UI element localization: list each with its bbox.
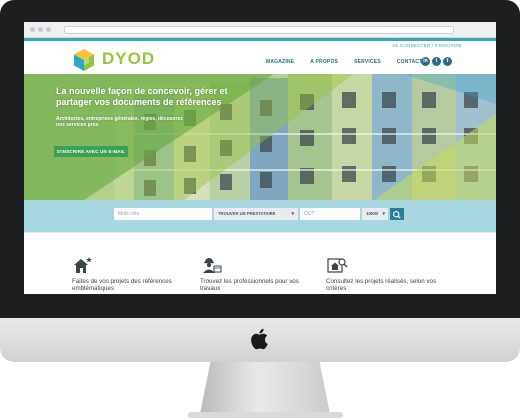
social-links: in t f	[421, 57, 452, 66]
window-controls	[30, 27, 51, 32]
search-icon	[393, 211, 401, 219]
nav-a-propos[interactable]: A PROPOS	[310, 59, 338, 65]
apple-logo-icon	[251, 328, 268, 350]
location-input[interactable]: OU?	[300, 208, 360, 220]
worker-icon	[203, 258, 222, 273]
search-house-icon	[327, 258, 348, 273]
provider-select-value: TROUVER UN PRESTATAIRE	[218, 211, 276, 216]
search-button[interactable]	[390, 208, 404, 220]
hero-subtitle: Architectes, entreprises générales, régi…	[56, 116, 183, 128]
facebook-icon[interactable]: f	[443, 57, 452, 66]
browser-toolbar	[24, 22, 496, 38]
provider-select[interactable]: TROUVER UN PRESTATAIRE ▾	[214, 208, 298, 220]
linkedin-icon[interactable]: in	[421, 57, 430, 66]
nav-magazine[interactable]: MAGAZINE	[266, 59, 294, 65]
monitor-stand	[200, 362, 330, 414]
keyword-input[interactable]: Mots clés	[114, 208, 212, 220]
house-star-icon	[74, 257, 92, 273]
screen: SE CONNECTER / S'INSCRIRE DYOD MAGAZINE …	[24, 22, 496, 294]
twitter-icon[interactable]: t	[432, 57, 441, 66]
section-divider	[24, 232, 496, 233]
radius-select[interactable]: 10KM ▾	[362, 208, 388, 220]
feature-text-projects: Consultez les projets réalisés, selon vo…	[326, 278, 437, 292]
nav-contact[interactable]: CONTACT	[397, 59, 422, 65]
signup-email-button[interactable]: S'INSCRIRE AVEC UN E-MAIL	[54, 146, 128, 157]
feature-text-references: Faites de vos projets des références emb…	[72, 278, 172, 292]
accent-bar	[24, 38, 496, 41]
nav-services[interactable]: SERVICES	[354, 59, 381, 65]
stand-shadow	[188, 412, 343, 418]
logo-text[interactable]: DYOD	[102, 49, 155, 69]
feature-text-professionals: Trouvez les professionnels pour vos trav…	[200, 278, 299, 292]
address-bar[interactable]	[64, 26, 454, 34]
dyod-logo-icon[interactable]	[72, 48, 96, 72]
imac-mockup: SE CONNECTER / S'INSCRIRE DYOD MAGAZINE …	[0, 0, 520, 420]
caret-down-icon: ▾	[382, 211, 385, 217]
caret-down-icon: ▾	[291, 211, 294, 217]
main-nav: MAGAZINE A PROPOS SERVICES CONTACT	[266, 59, 438, 65]
login-signup-link[interactable]: SE CONNECTER / S'INSCRIRE	[392, 43, 462, 48]
radius-select-value: 10KM	[366, 211, 379, 216]
hero-title: La nouvelle façon de concevoir, gérer et…	[56, 86, 228, 107]
